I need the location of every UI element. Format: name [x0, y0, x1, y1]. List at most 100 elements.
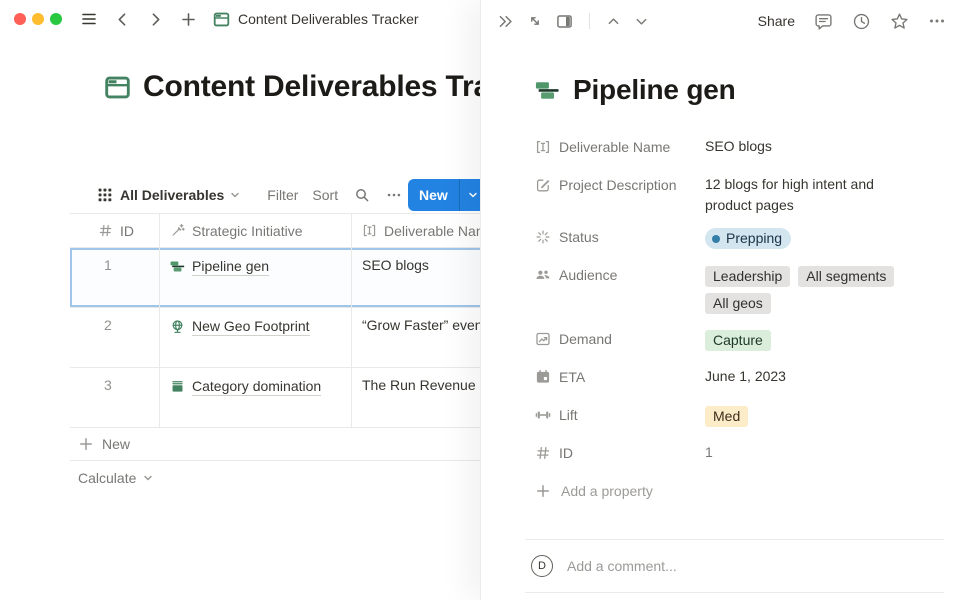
property-name: Project Description: [559, 177, 677, 193]
side-peek-mode-icon[interactable]: [556, 13, 573, 30]
multi-select-tag[interactable]: All geos: [705, 293, 771, 314]
page-link[interactable]: Category domination: [192, 378, 321, 396]
record-page-title[interactable]: Pipeline gen: [535, 74, 736, 106]
row-id-cell[interactable]: 1: [70, 248, 160, 307]
property-value-lift[interactable]: Med: [705, 398, 756, 431]
multi-select-tag[interactable]: All segments: [798, 266, 894, 287]
forward-icon[interactable]: [147, 11, 164, 28]
back-icon[interactable]: [114, 11, 131, 28]
minimize-window-button[interactable]: [32, 13, 44, 25]
avatar: D: [531, 555, 553, 577]
property-label-lift[interactable]: Lift: [535, 398, 705, 432]
column-label: Deliverable Name: [384, 223, 495, 239]
add-property-label: Add a property: [561, 483, 653, 499]
updates-clock-icon[interactable]: [852, 12, 871, 31]
close-window-button[interactable]: [14, 13, 26, 25]
edit-icon: [535, 177, 551, 193]
property-label-status[interactable]: Status: [535, 220, 705, 254]
chevron-down-icon: [467, 189, 479, 201]
property-row-project-description: Project Description 12 blogs for high int…: [535, 168, 934, 216]
property-label-id[interactable]: ID: [535, 436, 705, 470]
status-label: Prepping: [726, 228, 782, 249]
comments-icon[interactable]: [814, 12, 833, 31]
column-label: Strategic Initiative: [192, 223, 303, 239]
row-id-cell[interactable]: 2: [70, 308, 160, 367]
search-icon[interactable]: [354, 187, 370, 203]
people-icon: [535, 267, 551, 283]
row-initiative-cell[interactable]: Pipeline gen: [160, 248, 352, 307]
add-property-button[interactable]: Add a property: [535, 474, 934, 508]
property-name: Deliverable Name: [559, 139, 670, 155]
calculate-label: Calculate: [78, 470, 136, 486]
chevron-down-icon: [142, 472, 154, 484]
new-record-button[interactable]: New: [408, 179, 487, 211]
zoom-window-button[interactable]: [50, 13, 62, 25]
calendar-icon: [535, 369, 551, 385]
page-link[interactable]: New Geo Footprint: [192, 318, 310, 336]
next-record-icon[interactable]: [634, 14, 649, 29]
select-tag[interactable]: Med: [705, 406, 748, 427]
property-row-id: ID 1: [535, 436, 934, 470]
property-list: Deliverable Name SEO blogs Project Descrip…: [535, 130, 934, 508]
share-button[interactable]: Share: [758, 13, 795, 29]
comment-input[interactable]: D Add a comment...: [531, 555, 940, 577]
panel-topbar-left: [497, 13, 649, 30]
plus-icon: [535, 483, 551, 499]
text-property-icon: [535, 139, 551, 155]
status-pill[interactable]: Prepping: [705, 228, 791, 249]
property-value-id[interactable]: 1: [705, 436, 713, 463]
filter-button[interactable]: Filter: [267, 187, 298, 203]
close-peek-icon[interactable]: [497, 13, 514, 30]
more-options-icon[interactable]: [928, 12, 946, 30]
row-id-cell[interactable]: 3: [70, 368, 160, 427]
previous-record-icon[interactable]: [606, 14, 621, 29]
database-table-icon: [104, 74, 131, 101]
property-row-status: Status Prepping: [535, 220, 934, 254]
multi-select-tag[interactable]: Leadership: [705, 266, 790, 287]
property-label-audience[interactable]: Audience: [535, 258, 705, 292]
side-peek-panel: Share Pipeline gen Deliverable Name SEO b…: [480, 0, 960, 600]
books-icon: [170, 379, 185, 394]
sort-button[interactable]: Sort: [312, 187, 338, 203]
property-label-demand[interactable]: Demand: [535, 322, 705, 356]
text-property-icon: [362, 223, 377, 238]
comment-placeholder: Add a comment...: [567, 558, 677, 574]
new-row-label: New: [102, 436, 130, 452]
row-initiative-cell[interactable]: Category domination: [160, 368, 352, 427]
property-value-demand[interactable]: Capture: [705, 322, 779, 355]
globe-icon: [170, 319, 185, 334]
view-name[interactable]: All Deliverables: [120, 187, 224, 203]
property-label-project-description[interactable]: Project Description: [535, 168, 705, 202]
expand-page-icon[interactable]: [527, 13, 543, 29]
property-label-eta[interactable]: ETA: [535, 360, 705, 394]
favorite-star-icon[interactable]: [890, 12, 909, 31]
property-row-eta: ETAJune 1, 2023: [535, 360, 934, 394]
view-chevron-down-icon[interactable]: [229, 189, 241, 201]
more-options-icon[interactable]: [386, 187, 402, 203]
window-title: Content Deliverables Tracker: [238, 11, 419, 27]
status-dot: [712, 235, 720, 243]
property-name: Audience: [559, 267, 617, 283]
property-label-deliverable-name[interactable]: Deliverable Name: [535, 130, 705, 164]
row-initiative-cell[interactable]: New Geo Footprint: [160, 308, 352, 367]
property-row-demand: DemandCapture: [535, 322, 934, 356]
property-value-eta[interactable]: June 1, 2023: [705, 360, 786, 387]
select-tag[interactable]: Capture: [705, 330, 771, 351]
panel-topbar: Share: [481, 0, 960, 42]
property-value-status[interactable]: Prepping: [705, 220, 799, 253]
status-icon: [535, 229, 551, 245]
new-tab-icon[interactable]: [180, 11, 197, 28]
hash-icon: [98, 223, 113, 238]
page-table-icon: [213, 11, 230, 28]
column-header-id[interactable]: ID: [70, 214, 160, 247]
sidebar-menu-icon[interactable]: [80, 10, 98, 28]
bottom-divider: [525, 592, 944, 593]
column-header-strategic-initiative[interactable]: Strategic Initiative: [160, 214, 352, 247]
property-text-value: 1: [705, 444, 713, 460]
property-value-project-description[interactable]: 12 blogs for high intent and product pag…: [705, 168, 917, 216]
property-value-deliverable-name[interactable]: SEO blogs: [705, 130, 772, 157]
property-name: ID: [559, 445, 573, 461]
column-label: ID: [120, 223, 134, 239]
page-link[interactable]: Pipeline gen: [192, 258, 269, 276]
property-value-audience[interactable]: Leadership All segments All geos: [705, 258, 934, 318]
